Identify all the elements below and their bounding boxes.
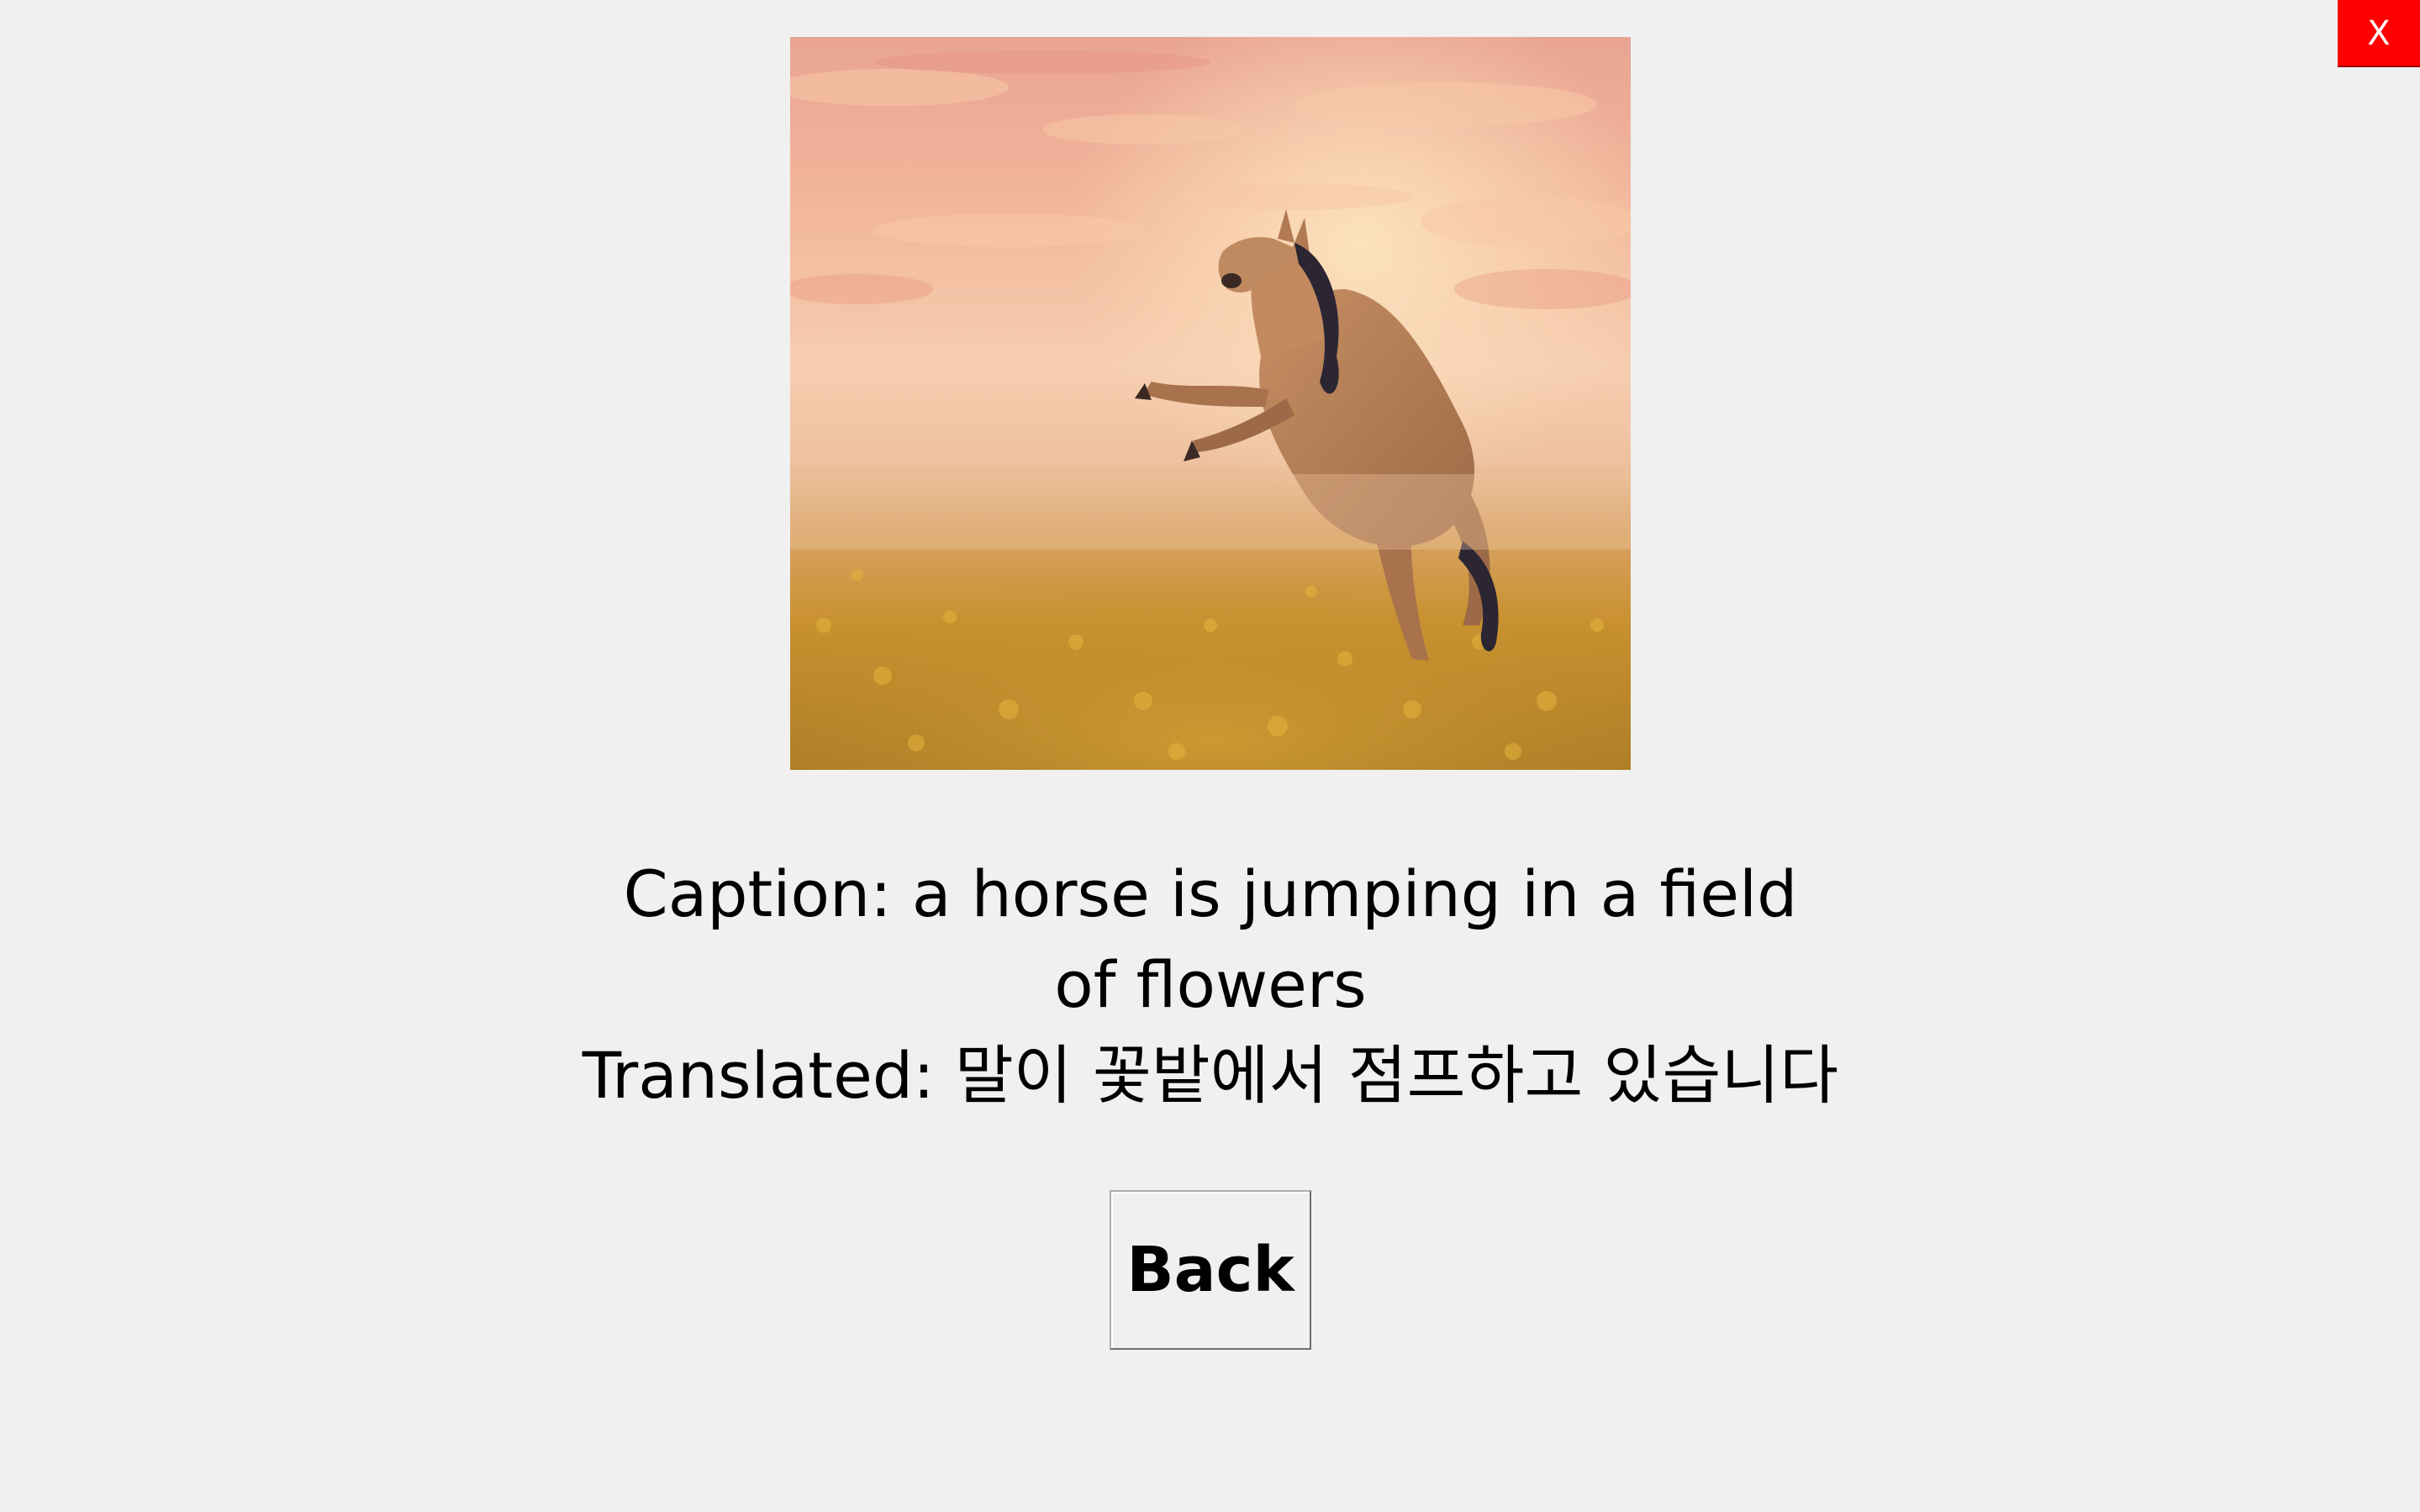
close-button[interactable]: X xyxy=(2338,0,2420,67)
back-button[interactable]: Back xyxy=(1110,1190,1311,1350)
horse-photo xyxy=(790,37,1631,770)
caption-text: Caption: a horse is jumping in a field o… xyxy=(623,856,1798,1022)
caption-block: Caption: a horse is jumping in a field o… xyxy=(370,849,2051,1121)
horse-image xyxy=(790,37,1631,770)
translated-text: Translated: 말이 꽃밭에서 점프하고 있습니다 xyxy=(582,1038,1839,1113)
